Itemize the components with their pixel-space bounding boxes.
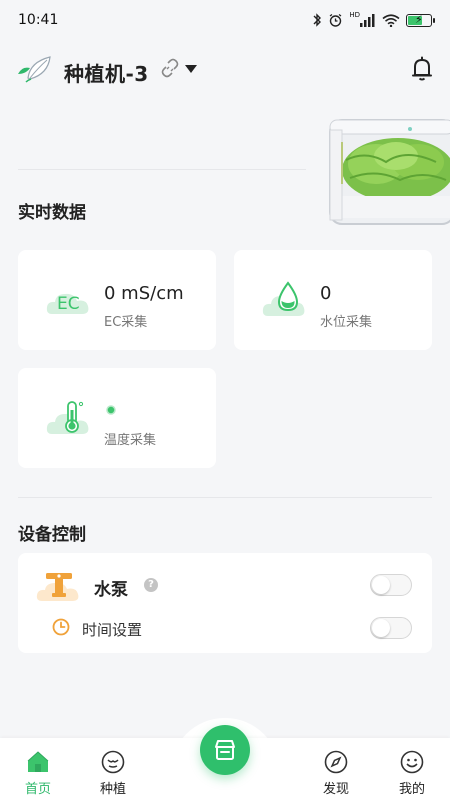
status-time: 10:41 <box>18 12 59 28</box>
pump-help-icon[interactable]: ? <box>144 578 158 592</box>
battery-icon: ⚡ <box>406 13 435 27</box>
status-icons: HD ⚡ <box>312 11 435 28</box>
device-dropdown-icon[interactable] <box>185 65 197 73</box>
pump-label: 水泵 <box>94 580 128 600</box>
status-bar: 10:41 HD ⚡ <box>0 0 450 40</box>
temperature-card[interactable]: 温度采集 <box>18 368 216 468</box>
tab-plant[interactable]: 种植 <box>83 738 143 800</box>
network-type: HD <box>349 11 360 19</box>
bluetooth-icon <box>312 13 322 27</box>
app-header: 种植机-3 <box>0 48 450 92</box>
store-icon <box>215 740 235 760</box>
unlinked-chain-icon[interactable] <box>160 58 180 78</box>
center-store-button[interactable] <box>200 725 250 775</box>
tab-discover[interactable]: 发现 <box>306 738 366 800</box>
wifi-icon <box>382 13 400 27</box>
tab-mine[interactable]: 我的 <box>382 738 442 800</box>
water-drop-icon <box>262 281 305 316</box>
realtime-section-title: 实时数据 <box>18 203 86 223</box>
signal-icon: HD <box>349 11 376 27</box>
pump-toggle[interactable] <box>370 574 412 596</box>
alarm-icon <box>328 13 343 28</box>
ec-label: EC采集 <box>104 315 148 330</box>
tab-plant-label: 种植 <box>99 782 126 797</box>
timer-toggle-knob <box>372 619 390 637</box>
ec-value: 0 mS/cm <box>104 283 184 304</box>
svg-text:EC: EC <box>57 294 80 314</box>
water-level-label: 水位采集 <box>320 315 373 330</box>
ec-card[interactable]: EC 0 mS/cm EC采集 <box>18 250 216 350</box>
home-icon <box>27 751 49 772</box>
section-divider <box>18 497 432 498</box>
bell-icon[interactable] <box>410 56 434 82</box>
smiley-icon <box>400 750 424 774</box>
tab-mine-label: 我的 <box>398 782 425 797</box>
compass-icon <box>324 750 348 774</box>
water-level-card[interactable]: 0 水位采集 <box>234 250 432 350</box>
timer-toggle[interactable] <box>370 617 412 639</box>
plant-icon <box>101 750 125 774</box>
device-name[interactable]: 种植机-3 <box>64 58 149 87</box>
timer-setting-label[interactable]: 时间设置 <box>82 619 142 640</box>
ec-cloud-icon: EC <box>46 293 89 314</box>
tab-home[interactable]: 首页 <box>8 738 68 800</box>
pump-toggle-knob <box>372 576 390 594</box>
temperature-status-dot-icon <box>106 405 116 415</box>
planter-device-image <box>329 119 450 225</box>
water-level-value: 0 <box>320 283 332 304</box>
clock-icon <box>52 618 70 636</box>
tab-discover-label: 发现 <box>322 782 349 797</box>
water-pump-icon <box>36 573 79 601</box>
thermometer-icon <box>46 401 89 434</box>
tab-home-label: 首页 <box>24 782 51 797</box>
temperature-label: 温度采集 <box>104 433 157 448</box>
leaf-logo-icon <box>18 56 51 83</box>
device-control-card: 水泵 ? 时间设置 <box>18 553 432 653</box>
control-section-title: 设备控制 <box>18 525 86 545</box>
header-divider <box>18 169 306 170</box>
